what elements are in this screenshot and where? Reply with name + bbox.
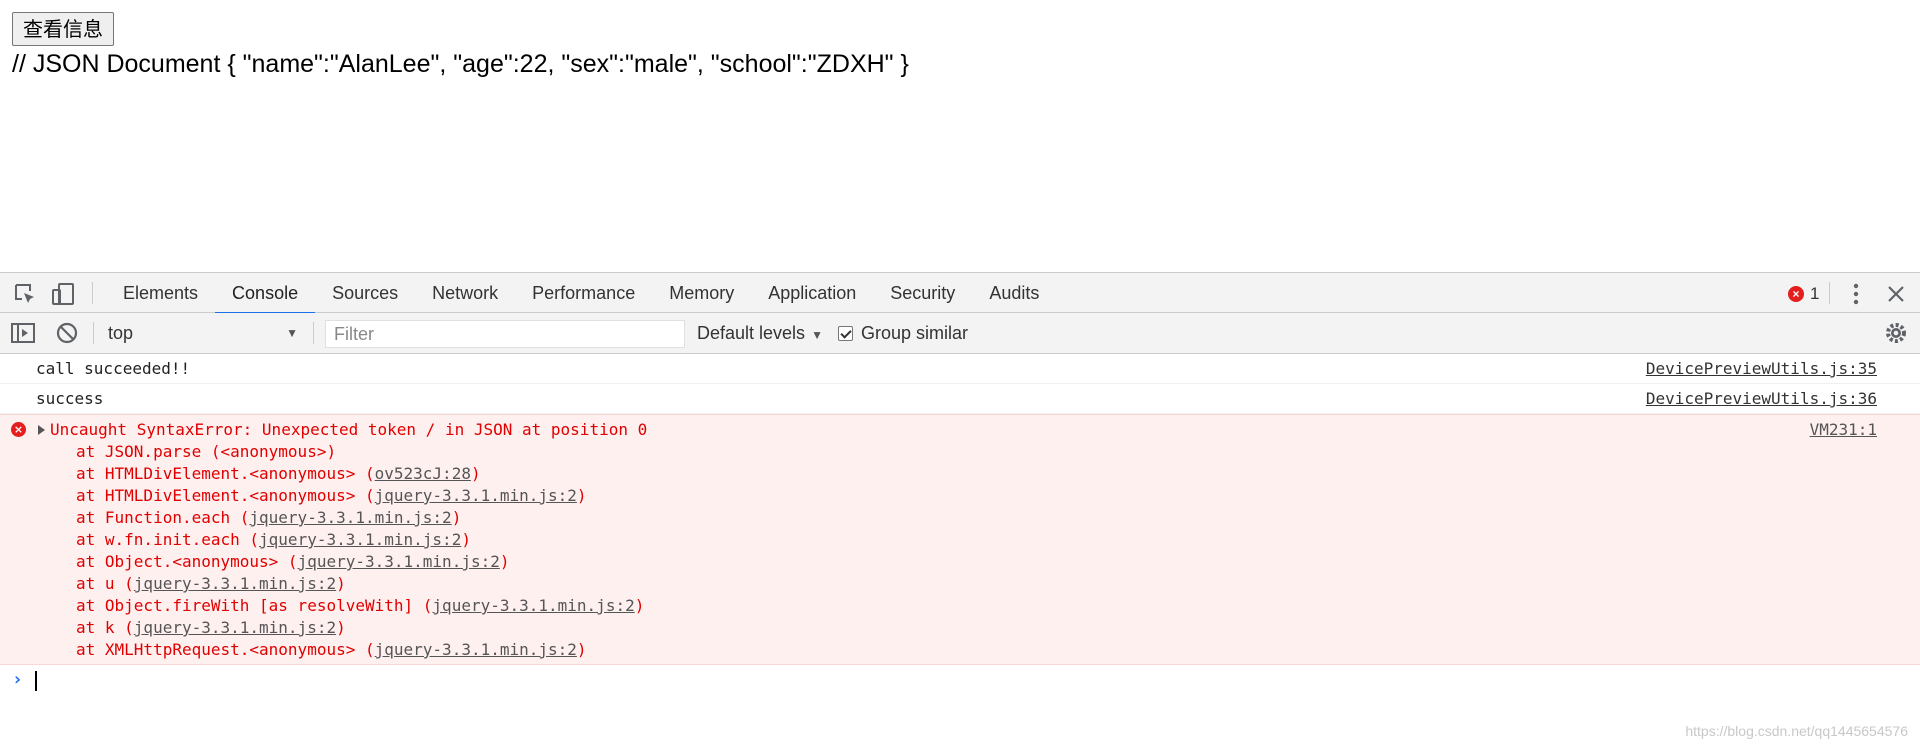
gear-icon[interactable] [1883, 320, 1909, 346]
view-info-button[interactable]: 查看信息 [12, 12, 114, 46]
clear-console-icon[interactable] [54, 320, 80, 346]
close-icon[interactable] [1883, 281, 1909, 307]
filter-input[interactable] [325, 320, 685, 348]
tab-audits[interactable]: Audits [972, 273, 1056, 313]
console-prompt[interactable]: › [0, 665, 1920, 695]
tab-elements[interactable]: Elements [106, 273, 215, 313]
stack-link[interactable]: jquery-3.3.1.min.js:2 [432, 596, 634, 615]
divider [93, 322, 94, 344]
stack-frame: at k (jquery-3.3.1.min.js:2) [76, 618, 346, 637]
chevron-down-icon: ▼ [286, 326, 298, 340]
stack-frame: at Object.<anonymous> (jquery-3.3.1.min.… [76, 552, 510, 571]
show-sidebar-icon[interactable] [10, 320, 36, 346]
tab-security[interactable]: Security [873, 273, 972, 313]
stack-link[interactable]: jquery-3.3.1.min.js:2 [298, 552, 500, 571]
context-value: top [108, 323, 134, 343]
source-link[interactable]: DevicePreviewUtils.js:35 [1646, 358, 1877, 380]
group-similar-checkbox[interactable] [838, 325, 853, 341]
stack-frame: at XMLHttpRequest.<anonymous> (jquery-3.… [76, 640, 587, 659]
tab-network[interactable]: Network [415, 273, 515, 313]
devtools-tabbar: Elements Console Sources Network Perform… [0, 272, 1920, 314]
more-options-icon[interactable] [1843, 281, 1869, 307]
stack-frame: at HTMLDivElement.<anonymous> (jquery-3.… [76, 486, 587, 505]
stack-frame: at JSON.parse (<anonymous>) [76, 442, 337, 461]
json-document-text: // JSON Document { "name":"AlanLee", "ag… [12, 50, 909, 78]
chevron-down-icon: ▼ [811, 328, 823, 342]
stack-link[interactable]: jquery-3.3.1.min.js:2 [259, 530, 461, 549]
stack-link[interactable]: jquery-3.3.1.min.js:2 [375, 486, 577, 505]
stack-frame: at HTMLDivElement.<anonymous> (ov523cJ:2… [76, 464, 481, 483]
stack-link[interactable]: jquery-3.3.1.min.js:2 [249, 508, 451, 527]
stack-link[interactable]: jquery-3.3.1.min.js:2 [134, 574, 336, 593]
tab-console[interactable]: Console [215, 273, 316, 314]
stack-frame: at u (jquery-3.3.1.min.js:2) [76, 574, 346, 593]
error-icon: × [11, 422, 26, 437]
divider [313, 322, 314, 344]
watermark: https://blog.csdn.net/qq1445654576 [1685, 723, 1908, 739]
tab-sources[interactable]: Sources [315, 273, 415, 313]
console-toolbar: top ▼ Default levels ▼ Group similar [0, 313, 1920, 354]
source-link[interactable]: DevicePreviewUtils.js:36 [1646, 388, 1877, 410]
log-levels-label: Default levels [697, 323, 806, 343]
log-text: success [36, 389, 104, 408]
error-icon: × [1788, 286, 1804, 302]
console-log-row: call succeeded!! DevicePreviewUtils.js:3… [0, 354, 1920, 384]
console-messages: call succeeded!! DevicePreviewUtils.js:3… [0, 354, 1920, 695]
console-error-row: × Uncaught SyntaxError: Unexpected token… [0, 414, 1920, 665]
text-cursor [35, 671, 37, 691]
tab-application[interactable]: Application [751, 273, 873, 313]
group-similar-label: Group similar [861, 323, 969, 343]
stack-frame: at Function.each (jquery-3.3.1.min.js:2) [76, 508, 462, 527]
error-message: Uncaught SyntaxError: Unexpected token /… [50, 420, 648, 439]
stack-frame: at w.fn.init.each (jquery-3.3.1.min.js:2… [76, 530, 471, 549]
divider [1829, 282, 1830, 304]
stack-link[interactable]: jquery-3.3.1.min.js:2 [134, 618, 336, 637]
group-similar-toggle[interactable]: Group similar [838, 319, 968, 347]
tab-memory[interactable]: Memory [652, 273, 751, 313]
stack-frame: at Object.fireWith [as resolveWith] (jqu… [76, 596, 645, 615]
source-link[interactable]: VM231:1 [1810, 419, 1877, 441]
log-text: call succeeded!! [36, 359, 191, 378]
tab-performance[interactable]: Performance [515, 273, 652, 313]
log-levels-dropdown[interactable]: Default levels ▼ [697, 319, 823, 347]
error-counter[interactable]: × 1 [1788, 281, 1819, 307]
devtools-panel: Elements Console Sources Network Perform… [0, 272, 1920, 747]
stack-link[interactable]: jquery-3.3.1.min.js:2 [375, 640, 577, 659]
page-content: 查看信息 // JSON Document { "name":"AlanLee"… [0, 0, 1920, 272]
expand-triangle-icon[interactable] [38, 425, 45, 435]
error-count: 1 [1810, 284, 1820, 303]
prompt-chevron-icon: › [12, 669, 23, 690]
inspect-element-icon[interactable] [12, 281, 38, 307]
devtools-tabs: Elements Console Sources Network Perform… [106, 273, 1056, 314]
divider [92, 282, 93, 304]
stack-link[interactable]: ov523cJ:28 [375, 464, 471, 483]
console-log-row: success DevicePreviewUtils.js:36 [0, 384, 1920, 414]
context-selector[interactable]: top ▼ [100, 319, 304, 347]
device-toolbar-icon[interactable] [50, 281, 76, 307]
